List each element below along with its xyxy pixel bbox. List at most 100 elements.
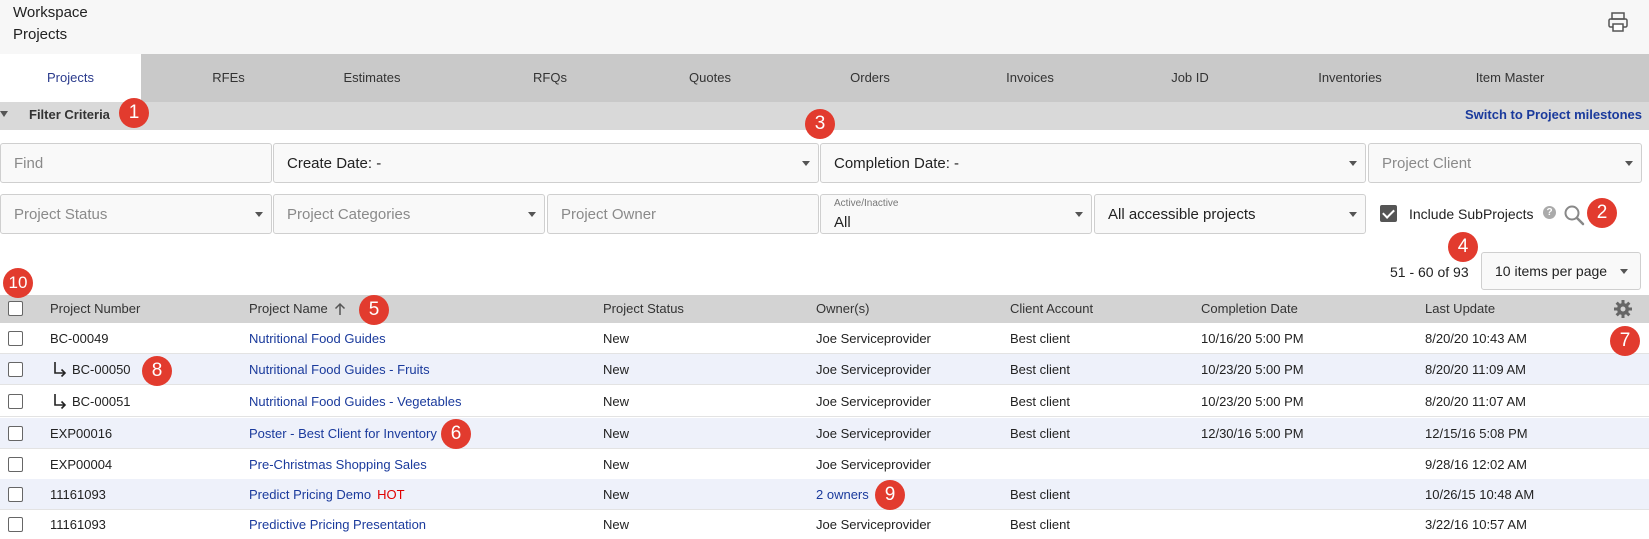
row-checkbox[interactable] bbox=[8, 517, 23, 532]
col-client-account[interactable]: Client Account bbox=[1010, 301, 1093, 316]
tab-orders[interactable]: Orders bbox=[790, 54, 950, 102]
chevron-down-icon bbox=[1349, 212, 1357, 217]
project-scope-select[interactable]: All accessible projects bbox=[1094, 194, 1366, 234]
chevron-down-icon bbox=[528, 212, 536, 217]
tab-item-master[interactable]: Item Master bbox=[1430, 54, 1590, 102]
help-icon[interactable]: ? bbox=[1543, 206, 1556, 219]
tab-estimates[interactable]: Estimates bbox=[292, 54, 452, 102]
tab-inventories[interactable]: Inventories bbox=[1270, 54, 1430, 102]
items-per-page-value: 10 items per page bbox=[1495, 263, 1608, 279]
col-project-name[interactable]: Project Name bbox=[249, 301, 328, 316]
tab-rfqs[interactable]: RFQs bbox=[470, 54, 630, 102]
col-completion-date[interactable]: Completion Date bbox=[1201, 301, 1298, 316]
project-owner: Joe Serviceprovider bbox=[816, 457, 931, 472]
owners-link[interactable]: 2 owners bbox=[816, 487, 869, 502]
col-project-number[interactable]: Project Number bbox=[50, 301, 140, 316]
project-number: 11161093 bbox=[50, 487, 106, 502]
table-row[interactable]: EXP00016 Poster - Best Client for Invent… bbox=[0, 418, 1649, 449]
project-name-link[interactable]: Nutritional Food Guides - Fruits bbox=[249, 362, 430, 377]
page-title: Workspace Projects bbox=[13, 2, 88, 46]
col-owners[interactable]: Owner(s) bbox=[816, 301, 869, 316]
page-title-line1: Workspace bbox=[13, 4, 88, 21]
project-status: New bbox=[603, 394, 630, 409]
project-categories-select[interactable]: Project Categories bbox=[273, 194, 545, 234]
project-client-select[interactable]: Project Client bbox=[1368, 143, 1642, 183]
active-inactive-value: All bbox=[834, 214, 851, 231]
last-update: 3/22/16 10:57 AM bbox=[1425, 517, 1527, 532]
include-subprojects-label: Include SubProjects bbox=[1409, 206, 1534, 222]
completion-date-select[interactable]: Completion Date: - bbox=[820, 143, 1366, 183]
find-placeholder: Find bbox=[14, 155, 44, 172]
row-checkbox[interactable] bbox=[8, 331, 23, 346]
select-all-checkbox[interactable] bbox=[8, 301, 23, 316]
project-owner: Joe Serviceprovider bbox=[816, 426, 931, 441]
last-update: 10/26/15 10:48 AM bbox=[1425, 487, 1535, 502]
table-row[interactable]: BC-00050 Nutritional Food Guides - Fruit… bbox=[0, 354, 1649, 385]
row-checkbox[interactable] bbox=[8, 457, 23, 472]
chevron-down-icon bbox=[1620, 269, 1628, 274]
tab-quotes[interactable]: Quotes bbox=[630, 54, 790, 102]
gear-icon[interactable] bbox=[1613, 299, 1633, 319]
project-name-link[interactable]: Poster - Best Client for Inventory bbox=[249, 426, 437, 441]
project-name-link[interactable]: Predict Pricing Demo bbox=[249, 487, 371, 502]
project-name-link[interactable]: Nutritional Food Guides bbox=[249, 331, 386, 346]
active-inactive-label: Active/Inactive bbox=[834, 198, 899, 209]
col-project-status[interactable]: Project Status bbox=[603, 301, 684, 316]
items-per-page-select[interactable]: 10 items per page bbox=[1481, 252, 1641, 290]
tab-projects[interactable]: Projects bbox=[0, 54, 141, 102]
project-owner-placeholder: Project Owner bbox=[561, 206, 657, 223]
project-status-select[interactable]: Project Status bbox=[0, 194, 272, 234]
project-owner: Joe Serviceprovider bbox=[816, 517, 931, 532]
tab-invoices[interactable]: Invoices bbox=[950, 54, 1110, 102]
row-checkbox[interactable] bbox=[8, 394, 23, 409]
pager-range: 51 - 60 of 93 bbox=[1390, 264, 1469, 280]
table-row[interactable]: 11161093 Predictive Pricing Presentation… bbox=[0, 509, 1649, 539]
switch-to-milestones-link[interactable]: Switch to Project milestones bbox=[1465, 107, 1642, 122]
chevron-down-icon bbox=[802, 161, 810, 166]
tab-job-id[interactable]: Job ID bbox=[1110, 54, 1270, 102]
collapse-triangle-icon[interactable] bbox=[0, 111, 8, 117]
callout-badge: 10 bbox=[3, 268, 33, 298]
project-status-placeholder: Project Status bbox=[14, 206, 108, 223]
table-row[interactable]: 11161093 Predict Pricing Demo HOT New 2 o… bbox=[0, 479, 1649, 510]
client-account: Best client bbox=[1010, 426, 1070, 441]
callout-badge: 6 bbox=[441, 419, 471, 449]
grid-header: Project Number Project Name Project Stat… bbox=[0, 295, 1649, 323]
client-account: Best client bbox=[1010, 362, 1070, 377]
project-number: BC-00049 bbox=[50, 331, 109, 346]
project-name-link[interactable]: Pre-Christmas Shopping Sales bbox=[249, 457, 427, 472]
project-status: New bbox=[603, 487, 630, 502]
project-categories-placeholder: Project Categories bbox=[287, 206, 411, 223]
table-row[interactable]: BC-00049 Nutritional Food Guides New Joe… bbox=[0, 323, 1649, 354]
completion-date: 10/23/20 5:00 PM bbox=[1201, 362, 1304, 377]
row-checkbox[interactable] bbox=[8, 487, 23, 502]
last-update: 12/15/16 5:08 PM bbox=[1425, 426, 1528, 441]
print-icon[interactable] bbox=[1607, 11, 1629, 33]
callout-badge: 8 bbox=[142, 356, 172, 386]
create-date-value: Create Date: - bbox=[287, 155, 382, 172]
project-owner: Joe Serviceprovider bbox=[816, 362, 931, 377]
project-number: BC-00050 bbox=[72, 362, 131, 377]
callout-badge: 5 bbox=[359, 295, 389, 325]
search-icon[interactable] bbox=[1563, 204, 1585, 226]
project-status: New bbox=[603, 517, 630, 532]
row-checkbox[interactable] bbox=[8, 362, 23, 377]
active-inactive-select[interactable]: Active/Inactive All bbox=[820, 194, 1092, 234]
table-row[interactable]: BC-00051 Nutritional Food Guides - Veget… bbox=[0, 386, 1649, 417]
project-status: New bbox=[603, 457, 630, 472]
project-name-link[interactable]: Nutritional Food Guides - Vegetables bbox=[249, 394, 461, 409]
col-last-update[interactable]: Last Update bbox=[1425, 301, 1495, 316]
create-date-select[interactable]: Create Date: - bbox=[273, 143, 819, 183]
row-checkbox[interactable] bbox=[8, 426, 23, 441]
sort-ascending-icon[interactable] bbox=[334, 302, 346, 316]
subproject-arrow-icon bbox=[54, 394, 67, 409]
table-row[interactable]: EXP00004 Pre-Christmas Shopping Sales Ne… bbox=[0, 449, 1649, 480]
include-subprojects-checkbox[interactable] bbox=[1380, 205, 1397, 222]
project-owner-input[interactable]: Project Owner bbox=[547, 194, 819, 234]
chevron-down-icon bbox=[1625, 161, 1633, 166]
project-number: 11161093 bbox=[50, 517, 106, 532]
tab-rfes[interactable]: RFEs bbox=[141, 54, 316, 102]
project-name-link[interactable]: Predictive Pricing Presentation bbox=[249, 517, 426, 532]
find-input[interactable]: Find bbox=[0, 143, 272, 183]
project-scope-value: All accessible projects bbox=[1108, 206, 1256, 223]
